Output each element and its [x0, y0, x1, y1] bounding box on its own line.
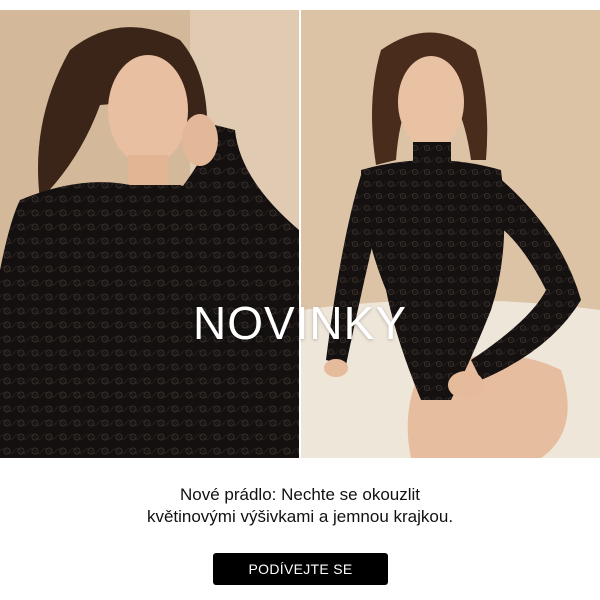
model-photo-left	[0, 10, 299, 458]
hero-image-right[interactable]	[301, 10, 600, 458]
tagline-line-1: Nové prádlo: Nechte se okouzlit	[179, 485, 421, 504]
shop-now-button[interactable]: PODÍVEJTE SE	[213, 553, 388, 585]
hero-title: NOVINKY	[192, 297, 408, 349]
tagline-line-2: květinovými výšivkami a jemnou krajkou.	[146, 507, 454, 526]
hero-image-left[interactable]	[0, 10, 299, 458]
promo-tagline: Nové prádlo: Nechte se okouzlit květinov…	[60, 484, 540, 528]
hero-banner[interactable]: NOVINKY	[0, 10, 600, 458]
newsletter-page: NOVINKY Nové prádlo: Nechte se okouzlit …	[0, 0, 600, 600]
model-photo-right	[301, 10, 600, 458]
